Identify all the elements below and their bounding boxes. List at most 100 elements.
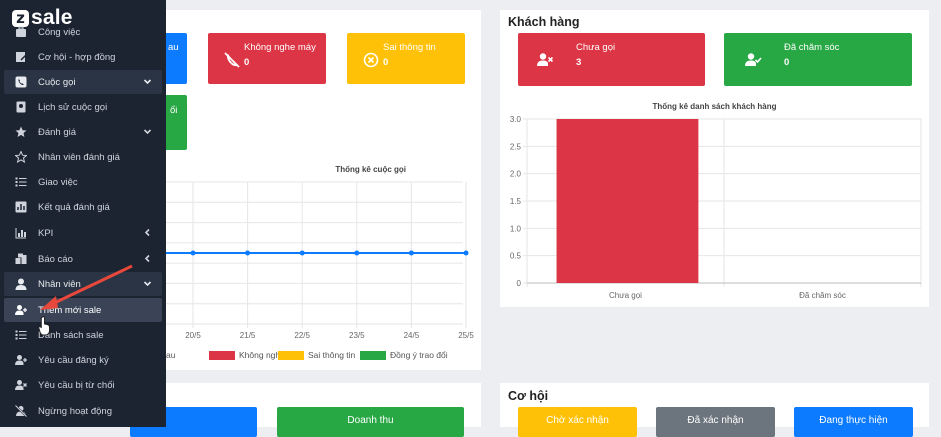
- bar: [556, 119, 699, 283]
- x-tick-label: 22/5: [294, 331, 310, 340]
- sidebar-item-yeu-cau-bi-tu-choi[interactable]: Yêu cầu bị từ chối: [4, 373, 162, 397]
- sidebar-item-danh-gia[interactable]: Đánh giá: [4, 120, 162, 144]
- x-tick-label: 24/5: [404, 331, 420, 340]
- stat-label: Chưa gọi: [576, 42, 616, 53]
- mouse-cursor-icon: [38, 316, 50, 336]
- sidebar-item-label: Lịch sử cuộc gọi: [38, 101, 108, 113]
- chevron-down-icon: [143, 77, 152, 86]
- panel-title: Cơ hội: [508, 389, 549, 403]
- calls-panel: au Không nghe máy 0 Sai thông tin 0 ổi T…: [130, 10, 481, 370]
- phone-icon: [15, 76, 27, 88]
- user-x-icon: [15, 379, 27, 391]
- stat-value: 3: [576, 57, 582, 68]
- sidebar-item-label: Ngừng hoạt động: [38, 405, 112, 417]
- data-point: [190, 250, 196, 256]
- sidebar-item-label: Nhân viên đánh giá: [38, 151, 120, 163]
- bar-chart-icon: [15, 227, 27, 239]
- contract-icon: [15, 51, 27, 63]
- sidebar-item-lich-su-cuoc-goi[interactable]: Lịch sử cuộc gọi: [4, 95, 162, 119]
- stat-label: au: [168, 42, 179, 53]
- pending-confirmation-button[interactable]: Chờ xác nhận: [518, 407, 637, 437]
- button-label: Chờ xác nhận: [546, 415, 609, 426]
- sidebar-item-co-hoi-hop-dong[interactable]: Cơ hội - hợp đồng: [4, 45, 162, 69]
- stat-value: 0: [383, 57, 389, 68]
- sidebar-item-cong-viec[interactable]: Công việc: [4, 20, 162, 44]
- sidebar-item-label: Giao việc: [38, 176, 78, 188]
- sidebar-item-label: Yêu cầu bị từ chối: [38, 379, 115, 391]
- x-tick-label: 20/5: [185, 331, 201, 340]
- legend-item[interactable]: Sai thông tin: [278, 350, 355, 360]
- sidebar-item-label: Cơ hội - hợp đồng: [38, 51, 116, 63]
- stat-card-not-called[interactable]: Chưa gọi 3: [518, 33, 705, 86]
- call-stats-line-chart: 20/5 21/5 22/5 23/5 24/5 25/5: [130, 181, 474, 340]
- sidebar-item-yeu-cau-dang-ky[interactable]: Yêu cầu đăng ký: [4, 348, 162, 372]
- revenue-label: Doanh thu: [347, 415, 394, 426]
- legend-swatch: [278, 350, 304, 360]
- x-tick-label: 21/5: [240, 331, 256, 340]
- sidebar-item-cuoc-goi[interactable]: Cuộc gọi: [4, 70, 162, 94]
- chart-title: Thống kê danh sách khách hàng: [652, 102, 777, 111]
- stat-value: 0: [784, 57, 790, 68]
- sidebar-item-giao-viec[interactable]: Giao việc: [4, 170, 162, 194]
- legend-label: Đồng ý trao đổi: [390, 350, 448, 360]
- sidebar-item-kpi[interactable]: KPI: [4, 221, 162, 245]
- y-tick-label: 1.0: [510, 224, 522, 233]
- sidebar-item-ngung-hoat-dong[interactable]: Ngừng hoạt động: [4, 399, 162, 423]
- x-tick-label: 25/5: [458, 331, 474, 340]
- x-tick-label: Đã chăm sóc: [799, 291, 846, 300]
- legend-label: au: [166, 350, 176, 360]
- user-check-icon: [744, 51, 762, 69]
- sidebar-item-label: Công việc: [38, 26, 81, 38]
- y-tick-label: 2.5: [510, 142, 522, 151]
- user-slash-icon: [15, 405, 27, 417]
- sidebar-item-nhan-vien-danh-gia[interactable]: Nhân viên đánh giá: [4, 145, 162, 169]
- user-icon: [15, 278, 27, 290]
- customers-panel: Khách hàng Chưa gọi 3 Đã chăm sóc 0 Thốn…: [500, 10, 929, 307]
- stat-label: Không nghe máy: [244, 42, 316, 53]
- stat-value: 0: [244, 57, 250, 68]
- star-group-icon: [15, 126, 27, 138]
- data-point: [299, 250, 305, 256]
- legend-swatch: [209, 350, 235, 360]
- stat-card-no-answer[interactable]: Không nghe máy 0: [208, 33, 326, 84]
- customer-stats-bar-chart: 0 0.5 1.0 1.5 2.0 2.5 3.0 Chưa gọi Đã chăm sóc: [510, 115, 922, 300]
- chart-title: Thống kê cuộc gọi: [335, 165, 406, 174]
- y-tick-label: 1.5: [510, 197, 522, 206]
- y-tick-label: 3.0: [510, 115, 522, 124]
- chevron-left-icon: [143, 228, 152, 237]
- user-plus-icon: [15, 304, 27, 316]
- sidebar-item-label: KPI: [38, 227, 54, 239]
- button-label: Đã xác nhận: [687, 415, 744, 426]
- user-add-icon: [15, 354, 27, 366]
- sidebar-item-ket-qua-danh-gia[interactable]: Kết quả đánh giá: [4, 195, 162, 219]
- stat-card-cared[interactable]: Đã chăm sóc 0: [724, 33, 912, 86]
- revenue-button[interactable]: Doanh thu: [277, 407, 464, 437]
- button-label: Đang thực hiện: [819, 415, 888, 426]
- sidebar-item-label: Đánh giá: [38, 126, 77, 138]
- sidebar-item-label: Yêu cầu đăng ký: [38, 354, 109, 366]
- data-point: [245, 250, 251, 256]
- sidebar-item-label: Cuộc gọi: [38, 76, 76, 88]
- chevron-down-icon: [143, 127, 152, 136]
- y-tick-label: 0.5: [510, 252, 522, 261]
- data-point: [408, 250, 414, 256]
- in-progress-button[interactable]: Đang thực hiện: [794, 407, 913, 437]
- data-point: [354, 250, 360, 256]
- stat-card-wrong-info[interactable]: Sai thông tin 0: [347, 33, 465, 84]
- confirmed-button[interactable]: Đã xác nhận: [656, 407, 775, 437]
- list-icon: [15, 329, 27, 341]
- panel-title: Khách hàng: [508, 15, 580, 29]
- legend-swatch: [360, 350, 386, 360]
- chevron-down-icon: [143, 279, 152, 288]
- legend-label: Sai thông tin: [308, 350, 356, 360]
- phone-slash-icon: [223, 51, 241, 69]
- x-tick-label: 23/5: [349, 331, 365, 340]
- y-tick-label: 2.0: [510, 170, 522, 179]
- revenue-panel: Doanh thu: [130, 383, 481, 437]
- sidebar: z sale Công việc Cơ hội - hợp đồng Cuộc …: [0, 0, 166, 427]
- legend-item[interactable]: Đồng ý trao đổi: [360, 350, 448, 360]
- legend-item[interactable]: au: [166, 350, 175, 360]
- briefcase-icon: [15, 26, 27, 38]
- x-tick-label: Chưa gọi: [609, 291, 642, 300]
- chart-square-icon: [15, 201, 27, 213]
